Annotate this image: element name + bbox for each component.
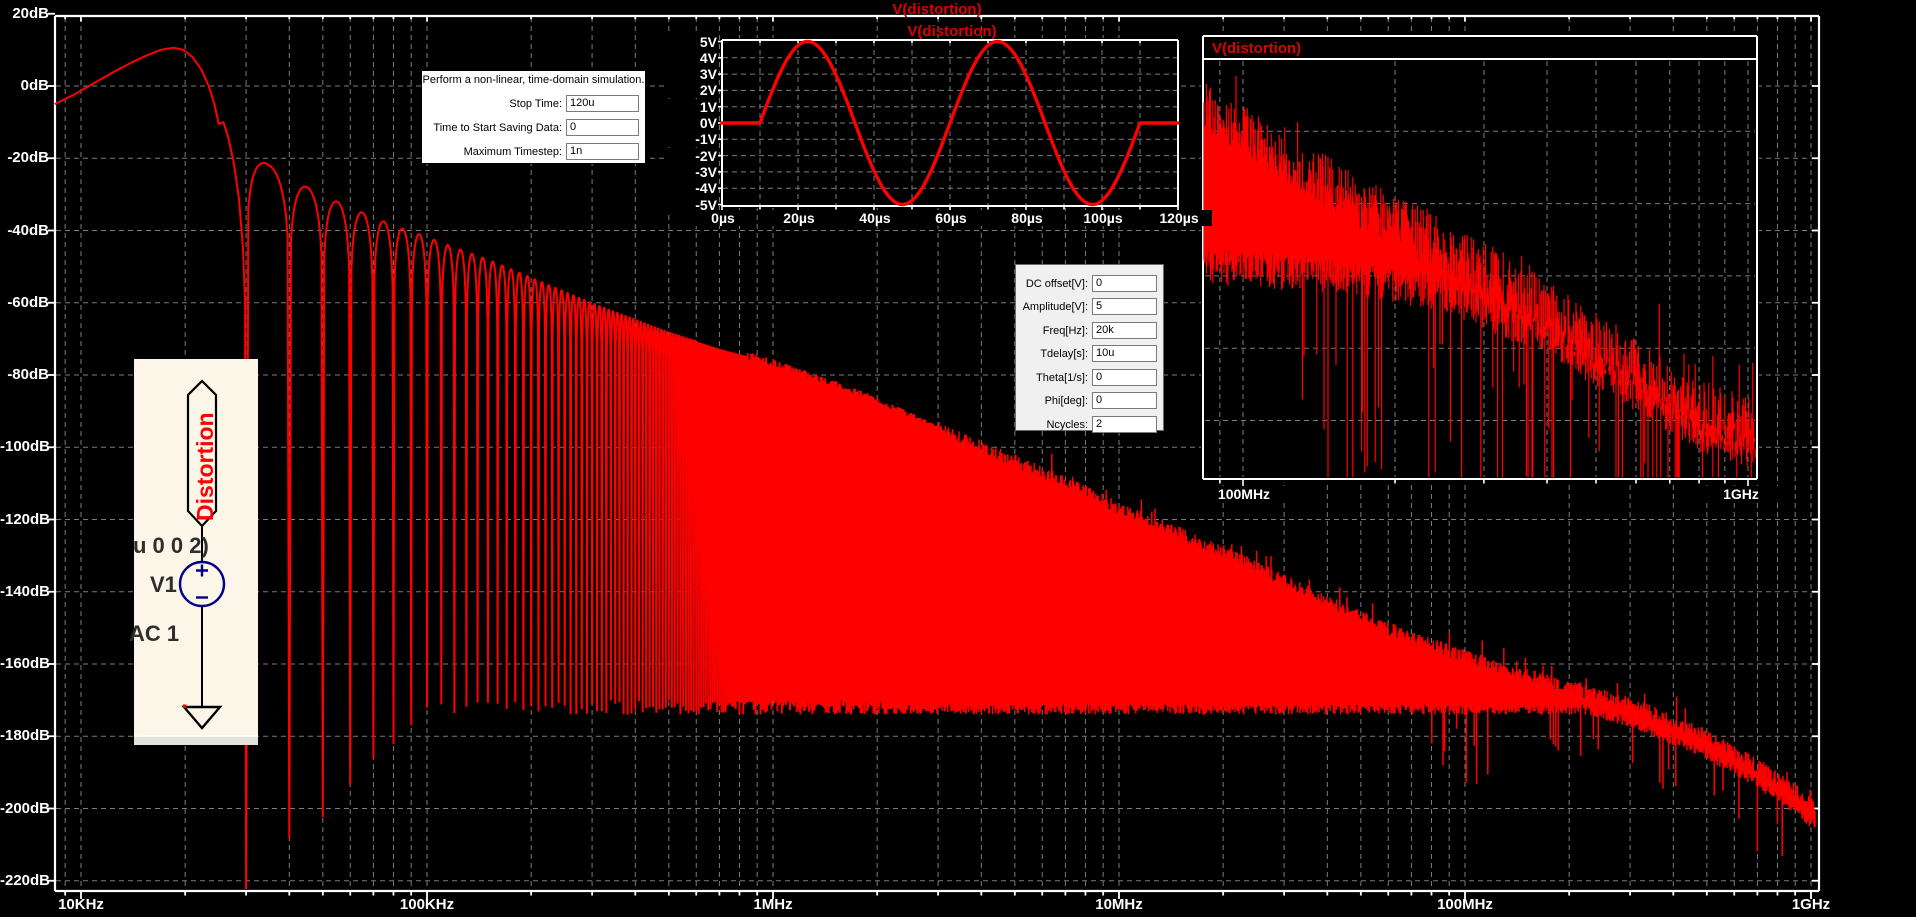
sim-dialog-heading: Perform a non-linear, time-domain simula… bbox=[422, 74, 645, 86]
tick-label: 1GHz bbox=[1700, 486, 1782, 502]
tdelay-input[interactable]: 10u bbox=[1092, 345, 1157, 362]
tick-label: -20dB bbox=[7, 149, 49, 167]
tick-label: 10KHz bbox=[58, 896, 104, 913]
max-timestep-label: Maximum Timestep: bbox=[463, 145, 562, 158]
schematic-pane-bottom-strip bbox=[134, 736, 258, 745]
tick-label: 60µs bbox=[918, 210, 984, 226]
tick-label: -80dB bbox=[7, 366, 49, 383]
tick-label: 100µs bbox=[1070, 210, 1136, 226]
tick-label: -2V bbox=[668, 147, 718, 164]
tick-label: -4V bbox=[668, 180, 718, 197]
tick-label: 120µs bbox=[1146, 210, 1212, 226]
tick-label: -60dB bbox=[7, 293, 49, 311]
tick-label: -140dB bbox=[0, 582, 51, 600]
tick-label: -180dB bbox=[0, 727, 51, 745]
tick-label: -200dB bbox=[0, 799, 51, 817]
tick-label: 20µs bbox=[766, 210, 832, 226]
tick-label: -40dB bbox=[7, 221, 49, 239]
tdelay-label: Tdelay[s]: bbox=[1040, 347, 1088, 360]
tick-label: 1MHz bbox=[753, 896, 793, 913]
fft-inset-title: V(distortion) bbox=[1212, 40, 1302, 57]
sine-source-parameter-dialog: DC offset[V]: 0 Amplitude[V]: 5 Freq[Hz]… bbox=[1015, 264, 1164, 433]
tick-label: 2V bbox=[668, 82, 718, 99]
start-saving-input[interactable]: 0 bbox=[566, 119, 639, 136]
max-timestep-input[interactable]: 1n bbox=[566, 143, 639, 160]
tick-label: -1V bbox=[668, 131, 718, 148]
net-label-distortion[interactable]: Distortion bbox=[192, 412, 218, 521]
schematic-overlay: u 0 0 2) V1 AC 1 Distortion bbox=[129, 359, 258, 745]
tick-label: 1V bbox=[668, 98, 718, 115]
node-marker bbox=[183, 704, 187, 708]
tick-label: -220dB bbox=[0, 871, 51, 889]
instance-name-label[interactable]: V1 bbox=[150, 572, 177, 597]
ltspice-waveform-window: u 0 0 2) V1 AC 1 Distortion 20dB 0dB -20dB… bbox=[0, 0, 1916, 917]
tick-label: -3V bbox=[668, 163, 718, 180]
tick-label: -160dB bbox=[0, 655, 51, 672]
freq-input[interactable]: 20k bbox=[1092, 322, 1157, 339]
fft-zoom-inset-plot[interactable] bbox=[1201, 34, 1759, 486]
tick-label: 10MHz bbox=[1095, 896, 1143, 913]
tick-label: 5V bbox=[668, 33, 718, 50]
theta-label: Theta[1/s]: bbox=[1036, 371, 1088, 384]
amplitude-label: Amplitude[V]: bbox=[1022, 300, 1088, 313]
tick-label: 0V bbox=[668, 115, 718, 131]
tick-label: 4V bbox=[668, 49, 718, 66]
freq-label: Freq[Hz]: bbox=[1042, 324, 1088, 337]
ncycles-label: Ncycles: bbox=[1046, 418, 1088, 431]
tick-label: 40µs bbox=[842, 210, 908, 226]
time-domain-inset-plot[interactable] bbox=[717, 38, 1180, 212]
phi-input[interactable]: 0 bbox=[1092, 392, 1157, 409]
theta-input[interactable]: 0 bbox=[1092, 369, 1157, 386]
tick-label: -120dB bbox=[0, 510, 51, 528]
tick-label: 0µs bbox=[690, 210, 756, 226]
tick-label: 20dB bbox=[12, 4, 49, 22]
tick-label: 1GHz bbox=[1791, 896, 1831, 913]
main-plot-title: V(distortion) bbox=[892, 1, 982, 18]
ncycles-input[interactable]: 2 bbox=[1092, 416, 1157, 433]
phi-label: Phi[deg]: bbox=[1044, 394, 1088, 407]
tick-label: -100dB bbox=[0, 438, 51, 456]
tick-label: 80µs bbox=[994, 210, 1060, 226]
amplitude-input[interactable]: 5 bbox=[1092, 298, 1157, 315]
tick-label: 100KHz bbox=[399, 896, 455, 913]
spice-directive-text[interactable]: u 0 0 2) bbox=[133, 533, 209, 558]
time-inset-title: V(distortion) bbox=[907, 23, 997, 40]
tick-label: 3V bbox=[668, 66, 718, 83]
stop-time-label: Stop Time: bbox=[509, 97, 562, 110]
tick-label: 0dB bbox=[20, 77, 49, 94]
transient-simulation-dialog: Perform a non-linear, time-domain simula… bbox=[421, 70, 646, 164]
tick-label: 100MHz bbox=[1437, 896, 1493, 913]
dc-offset-label: DC offset[V]: bbox=[1025, 277, 1088, 290]
start-saving-label: Time to Start Saving Data: bbox=[433, 121, 562, 134]
dc-offset-input[interactable]: 0 bbox=[1092, 275, 1157, 292]
tick-label: 100MHz bbox=[1203, 486, 1285, 502]
stop-time-input[interactable]: 120u bbox=[566, 95, 639, 112]
ac-spec-label[interactable]: AC 1 bbox=[129, 621, 179, 646]
